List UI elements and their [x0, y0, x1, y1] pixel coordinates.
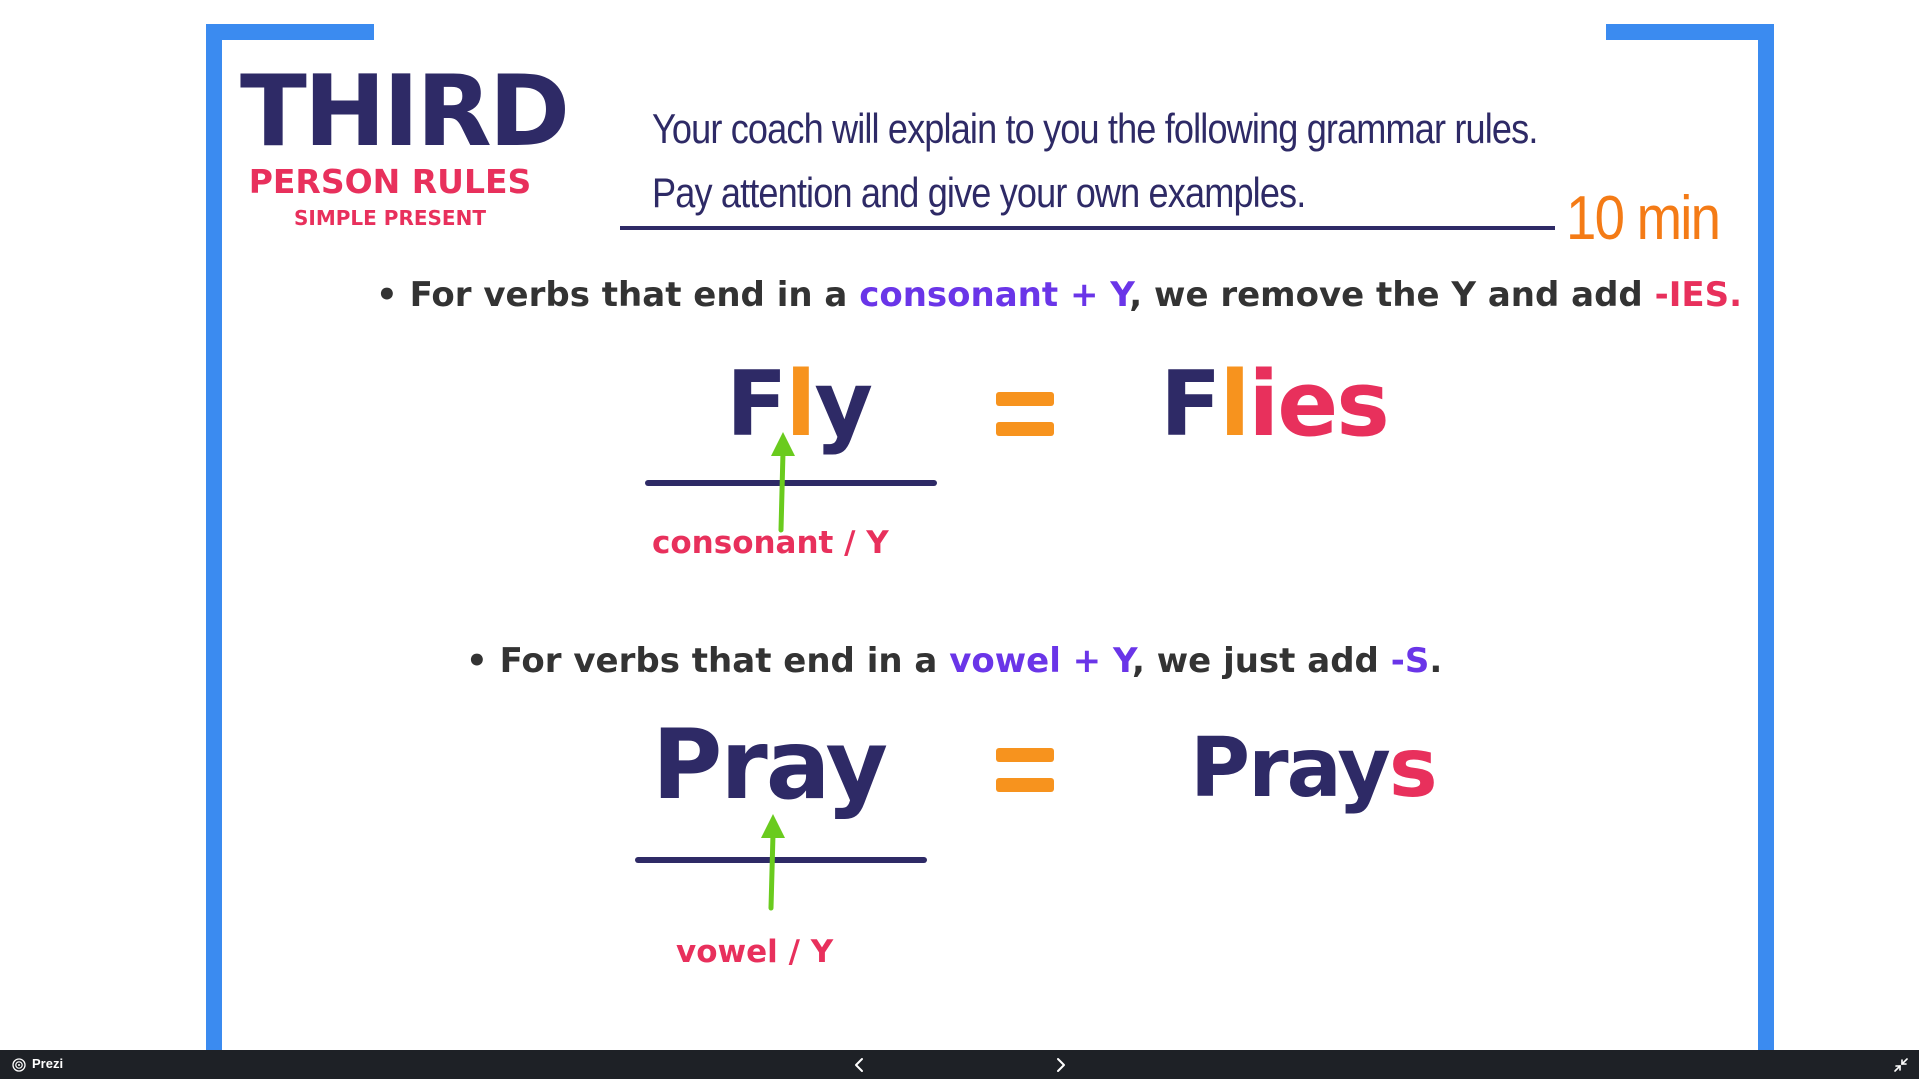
label-vowel-y: vowel / Y — [676, 934, 834, 970]
app-name: Prezi — [32, 1056, 64, 1071]
example-word-flies: Flies — [1160, 350, 1390, 460]
arrow-up-icon — [771, 432, 795, 533]
rule-bullet: • — [376, 275, 398, 315]
rule-highlight-vowel: vowel + Y — [949, 641, 1133, 681]
rule-consonant-y: • For verbs that end in a consonant + Y,… — [376, 274, 1742, 316]
word-part-s: s — [1388, 721, 1438, 816]
frame-left-top — [206, 24, 374, 40]
word-part-consonant: l — [1219, 352, 1250, 457]
title-third: THIRD — [240, 55, 570, 169]
word-part-ies: ies — [1248, 352, 1389, 457]
rule-vowel-y: • For verbs that end in a vowel + Y, we … — [466, 640, 1442, 682]
equals-sign — [996, 748, 1056, 792]
frame-left-vertical — [206, 24, 222, 1050]
chevron-left-icon[interactable] — [848, 1056, 872, 1074]
frame-right-vertical — [1758, 24, 1774, 1050]
instruction-underline — [620, 226, 1555, 230]
rule-highlight-consonant: consonant + Y — [859, 275, 1130, 315]
timer-label: 10 min — [1566, 184, 1721, 253]
chevron-right-icon[interactable] — [1048, 1056, 1072, 1074]
rule-text: For verbs that end in a — [409, 275, 860, 315]
presentation-bottom-bar: Prezi — [0, 1050, 1919, 1079]
rule-bullet: • — [466, 641, 488, 681]
word-part: F — [1160, 352, 1222, 457]
example-word-pray: Pray — [652, 709, 888, 821]
rule-text: For verbs that end in a — [499, 641, 950, 681]
rule-highlight-ies: -IES. — [1654, 275, 1742, 315]
title-person-rules: PERSON RULES — [248, 162, 532, 201]
rule-text: . — [1429, 641, 1443, 681]
rule-text: , we remove the Y and add — [1129, 275, 1655, 315]
rule-highlight-s: -S — [1390, 641, 1430, 681]
prezi-logo-icon — [12, 1058, 26, 1072]
example-word-prays: Prays — [1190, 714, 1438, 824]
frame-right-top — [1606, 24, 1774, 40]
equals-sign — [996, 392, 1056, 436]
word-part: Pray — [1190, 721, 1391, 816]
example-word-fly: Fly — [726, 350, 873, 460]
exit-fullscreen-icon[interactable] — [1892, 1056, 1910, 1074]
instruction-line-1: Your coach will explain to you the follo… — [652, 105, 1538, 152]
instruction-line-2: Pay attention and give your own examples… — [652, 169, 1306, 216]
rule-text: , we just add — [1132, 641, 1391, 681]
title-simple-present: SIMPLE PRESENT — [294, 206, 486, 230]
word-part-y: y — [814, 352, 873, 457]
arrow-up-icon — [761, 814, 785, 911]
label-consonant-y: consonant / Y — [652, 525, 889, 561]
